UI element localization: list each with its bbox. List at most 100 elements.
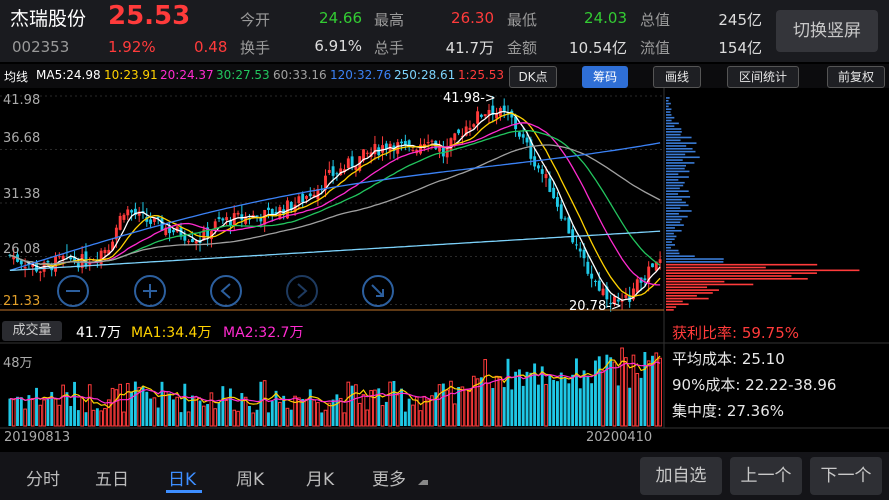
candle-body: [57, 256, 61, 258]
volume-bar: [616, 385, 620, 426]
candle-body: [327, 169, 331, 173]
volume-total-label: 总手: [374, 39, 405, 57]
chip-bar: [666, 255, 695, 257]
chip-bar: [666, 162, 695, 164]
open-label: 今开: [240, 11, 271, 29]
volume-bar: [506, 358, 510, 426]
volume-bar: [323, 409, 328, 427]
volume-bar: [441, 383, 445, 426]
candle-body: [536, 165, 540, 169]
chip-bar: [666, 150, 696, 153]
volume-bar: [301, 398, 305, 426]
ma10-label: 10:23.91: [104, 68, 158, 82]
candle-body: [525, 137, 529, 143]
volume-bar: [601, 370, 605, 427]
chip-bar: [666, 159, 683, 161]
tab-weekly-k[interactable]: 周K: [236, 465, 264, 490]
chip-bar: [666, 215, 688, 218]
scroll-right-icon[interactable]: [286, 275, 318, 307]
volume-bar: [84, 412, 88, 426]
volume-bar: [536, 384, 540, 426]
chip-bar: [666, 184, 684, 187]
candle-body: [457, 129, 461, 134]
interval-stats-button[interactable]: 区间统计: [727, 66, 799, 88]
candle-body: [23, 266, 27, 269]
chip-bar: [666, 153, 686, 156]
volume-bar: [141, 386, 145, 426]
volume-bar: [514, 371, 518, 426]
volume-bar: [646, 360, 651, 427]
volume-bars: [8, 347, 662, 427]
tab-five-day[interactable]: 五日: [95, 465, 129, 490]
chip-bar: [666, 286, 708, 289]
stock-name: 杰瑞股份: [10, 8, 87, 30]
chip-bar: [666, 179, 679, 181]
volume-bar: [118, 383, 122, 427]
tab-daily-k[interactable]: 日K: [168, 465, 196, 490]
volume-bar: [620, 347, 624, 427]
start-date: 20190813: [4, 430, 71, 445]
chip-bar: [666, 294, 697, 297]
tab-more[interactable]: 更多: [372, 465, 406, 490]
chip-bar: [666, 244, 676, 246]
chart-canvas[interactable]: [0, 88, 889, 452]
volume-bar: [320, 412, 324, 426]
tab-intraday[interactable]: 分时: [26, 465, 60, 490]
candle-body: [548, 178, 552, 192]
more-dropdown-icon: [418, 480, 428, 485]
zoom-out-icon[interactable]: [57, 275, 89, 307]
chip-bar: [666, 122, 679, 125]
volume-bar: [255, 409, 259, 426]
volume-bar: [69, 406, 73, 426]
scroll-left-icon[interactable]: [210, 275, 242, 307]
volume-bar: [42, 399, 46, 427]
volume-bar: [529, 372, 533, 426]
chart-controls: [57, 275, 394, 307]
float-value-label: 流值: [640, 39, 671, 57]
volume-bar: [133, 381, 137, 426]
volume-bar: [590, 383, 594, 426]
zoom-in-icon[interactable]: [134, 275, 166, 307]
candle-body: [225, 217, 229, 221]
switch-portrait-button[interactable]: 切换竖屏: [776, 10, 878, 52]
volume-bar: [206, 404, 210, 426]
chip-bar: [666, 102, 671, 105]
candle-body: [578, 248, 582, 252]
volume-bar: [213, 408, 218, 427]
volume-bar: [179, 412, 183, 426]
candle-body: [126, 209, 130, 216]
volume-bar: [201, 405, 206, 427]
volume-bar: [267, 412, 270, 426]
chip-button[interactable]: 筹码: [582, 66, 628, 88]
volume-bar: [498, 376, 503, 427]
volume-bar: [552, 379, 556, 426]
chip-bar: [666, 224, 684, 226]
candle-body: [130, 210, 134, 213]
ma250-label: 250:28.61: [394, 68, 456, 82]
add-watchlist-button[interactable]: 加自选: [640, 457, 722, 495]
volume-bar: [73, 381, 76, 426]
candle-body: [149, 219, 153, 224]
volume-indicator-button[interactable]: 成交量: [2, 321, 62, 341]
tab-monthly-k[interactable]: 月K: [306, 465, 334, 490]
volume-bar: [236, 410, 240, 427]
volume-bar: [316, 402, 320, 427]
draw-line-button[interactable]: 画线: [653, 66, 701, 88]
stock-price: 25.53: [108, 1, 191, 31]
previous-stock-button[interactable]: 上一个: [730, 457, 802, 495]
candle-body: [567, 217, 571, 234]
chip-bar: [666, 114, 672, 116]
next-stock-button[interactable]: 下一个: [810, 457, 882, 495]
chip-bar: [666, 147, 693, 150]
volume-bar: [464, 388, 469, 427]
volume-bar: [304, 398, 309, 427]
dk-point-button[interactable]: DK点: [509, 66, 557, 88]
volume-bar: [540, 366, 544, 426]
chip-bar: [666, 204, 689, 207]
jump-latest-icon[interactable]: [362, 275, 394, 307]
chip-bar: [666, 232, 674, 235]
volume-bar: [57, 404, 62, 427]
candle-body: [597, 280, 601, 291]
pre-adjust-button[interactable]: 前复权: [827, 66, 885, 88]
candle-body: [354, 166, 358, 170]
